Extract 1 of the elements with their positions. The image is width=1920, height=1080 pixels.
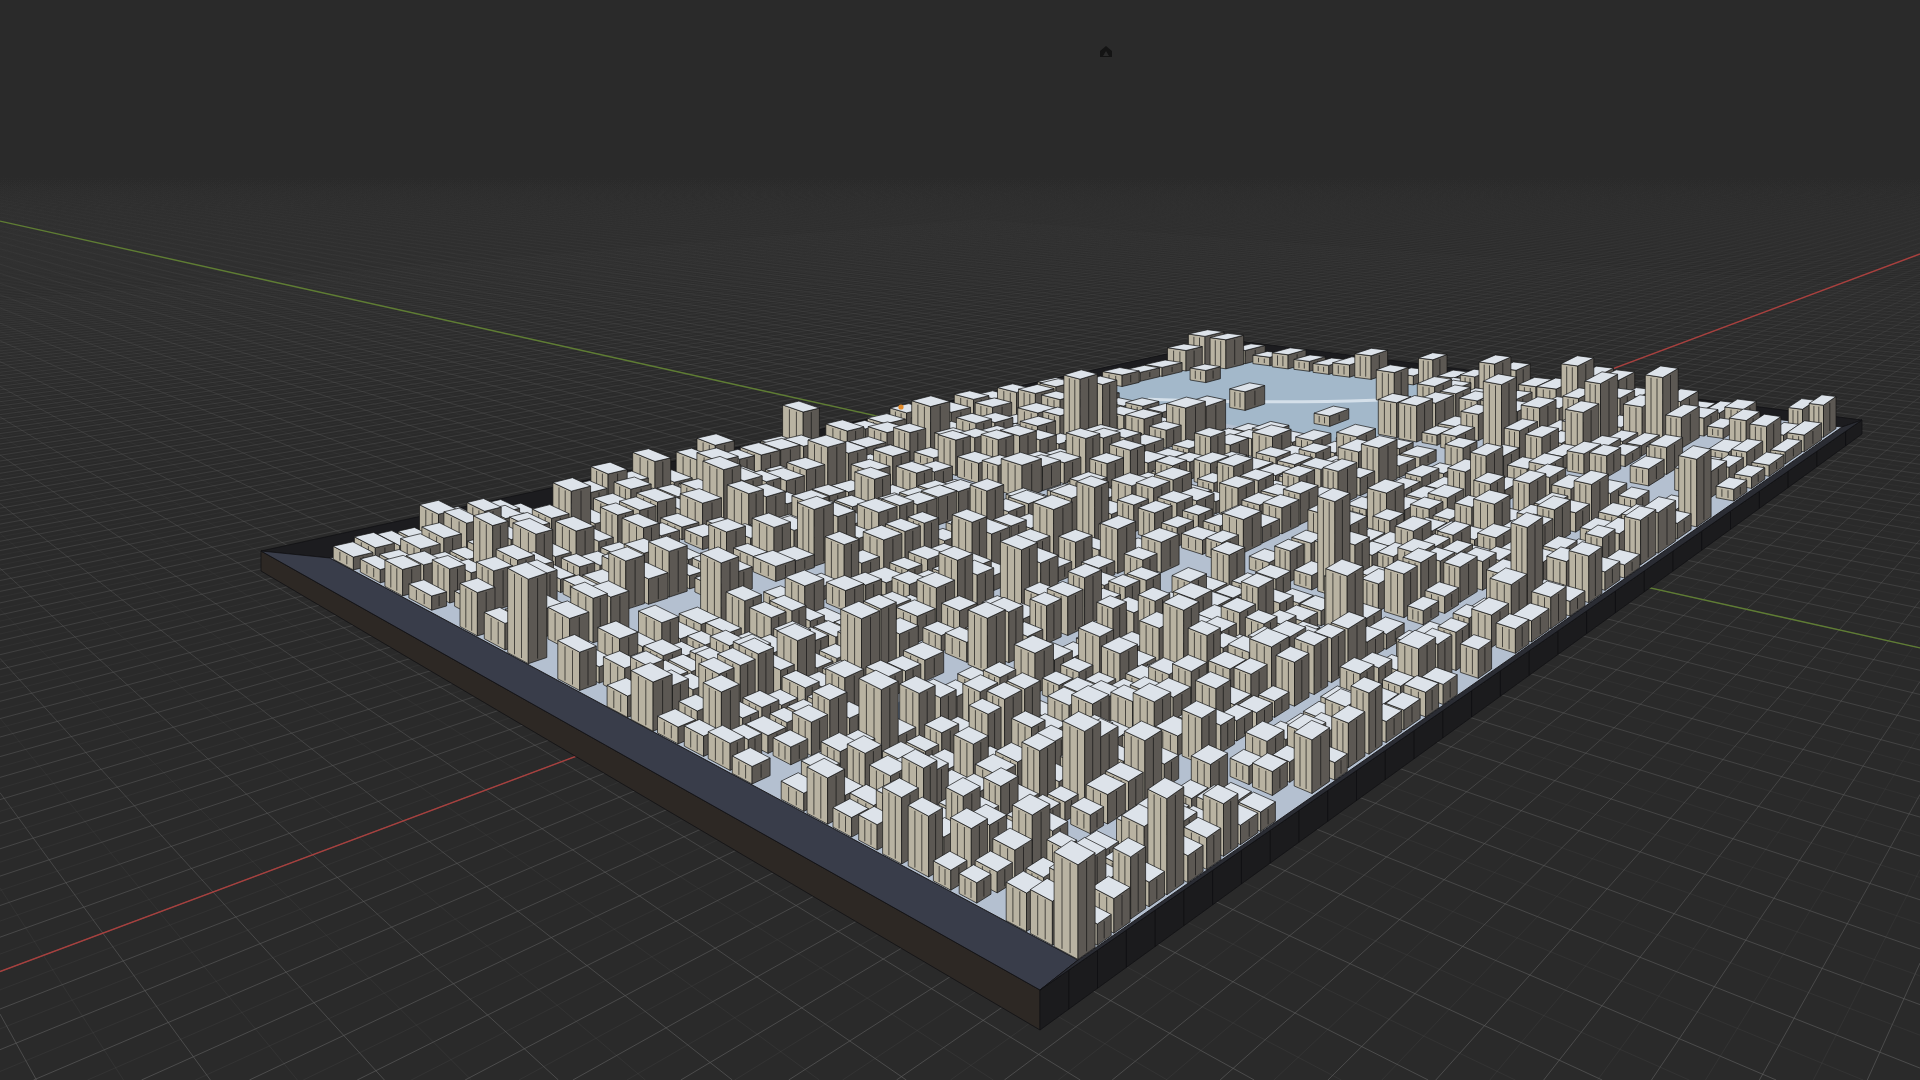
origin-dot-icon [898, 404, 904, 410]
